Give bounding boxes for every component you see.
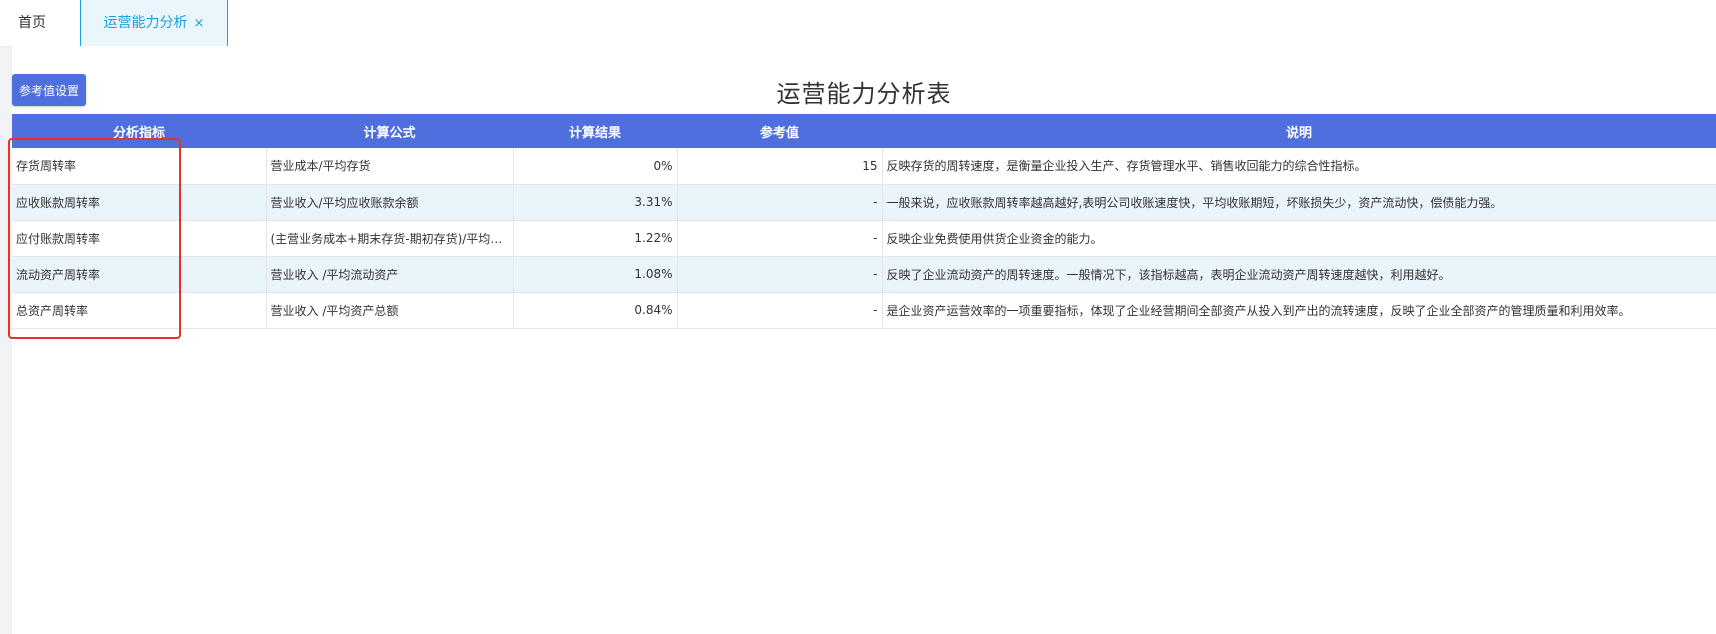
cell-result: 0.84% bbox=[513, 292, 678, 329]
cell-reference: - bbox=[677, 184, 883, 221]
cell-description: 反映了企业流动资产的周转速度。一般情况下，该指标越高，表明企业流动资产周转速度越… bbox=[882, 256, 1716, 293]
header-description: 说明 bbox=[882, 114, 1716, 148]
table-row[interactable]: 总资产周转率 营业收入 /平均资产总额 0.84% - 是企业资产运营效率的一项… bbox=[12, 292, 1716, 329]
cell-indicator: 流动资产周转率 bbox=[12, 256, 267, 293]
cell-indicator: 总资产周转率 bbox=[12, 292, 267, 329]
analysis-table: 分析指标 计算公式 计算结果 参考值 说明 存货周转率 营业成本/平均存货 0%… bbox=[12, 114, 1716, 329]
cell-result: 1.22% bbox=[513, 220, 678, 257]
table-header-row: 分析指标 计算公式 计算结果 参考值 说明 bbox=[12, 114, 1716, 148]
cell-description: 反映企业免费使用供货企业资金的能力。 bbox=[882, 220, 1716, 257]
cell-reference: - bbox=[677, 220, 883, 257]
cell-result: 3.31% bbox=[513, 184, 678, 221]
header-indicator: 分析指标 bbox=[12, 114, 266, 148]
cell-formula: 营业收入/平均应收账款余额 bbox=[266, 184, 514, 221]
tab-home-label: 首页 bbox=[18, 15, 46, 31]
cell-description: 反映存货的周转速度，是衡量企业投入生产、存货管理水平、销售收回能力的综合性指标。 bbox=[882, 148, 1716, 185]
cell-indicator: 应收账款周转率 bbox=[12, 184, 267, 221]
cell-description: 一般来说，应收账款周转率越高越好,表明公司收账速度快，平均收账期短，坏账损失少，… bbox=[882, 184, 1716, 221]
cell-formula: (主营业务成本+期末存货-期初存货)/平均应付... bbox=[266, 220, 514, 257]
table-row[interactable]: 存货周转率 营业成本/平均存货 0% 15 反映存货的周转速度，是衡量企业投入生… bbox=[12, 148, 1716, 185]
cell-reference: - bbox=[677, 292, 883, 329]
cell-formula: 营业收入 /平均资产总额 bbox=[266, 292, 514, 329]
header-reference: 参考值 bbox=[677, 114, 882, 148]
cell-result: 1.08% bbox=[513, 256, 678, 293]
cell-reference: - bbox=[677, 256, 883, 293]
close-icon[interactable]: × bbox=[194, 16, 205, 31]
table-row[interactable]: 应收账款周转率 营业收入/平均应收账款余额 3.31% - 一般来说，应收账款周… bbox=[12, 184, 1716, 221]
cell-indicator: 应付账款周转率 bbox=[12, 220, 267, 257]
page-title: 运营能力分析表 bbox=[776, 80, 952, 108]
cell-indicator: 存货周转率 bbox=[12, 148, 267, 185]
tab-bar: 首页 运营能力分析 × bbox=[0, 0, 1716, 47]
table-row[interactable]: 流动资产周转率 营业收入 /平均流动资产 1.08% - 反映了企业流动资产的周… bbox=[12, 256, 1716, 293]
cell-formula: 营业收入 /平均流动资产 bbox=[266, 256, 514, 293]
header-result: 计算结果 bbox=[513, 114, 677, 148]
cell-description: 是企业资产运营效率的一项重要指标，体现了企业经营期间全部资产从投入到产出的流转速… bbox=[882, 292, 1716, 329]
header-formula: 计算公式 bbox=[266, 114, 513, 148]
cell-reference: 15 bbox=[677, 148, 883, 185]
tab-operating-analysis[interactable]: 运营能力分析 × bbox=[80, 0, 228, 46]
tab-active-label: 运营能力分析 bbox=[103, 15, 188, 31]
table-row[interactable]: 应付账款周转率 (主营业务成本+期末存货-期初存货)/平均应付... 1.22%… bbox=[12, 220, 1716, 257]
main-content: 参考值设置 运营能力分析表 分析指标 计算公式 计算结果 参考值 说明 存货周转… bbox=[12, 46, 1716, 634]
cell-result: 0% bbox=[513, 148, 678, 185]
cell-formula: 营业成本/平均存货 bbox=[266, 148, 514, 185]
tab-home[interactable]: 首页 bbox=[0, 0, 80, 46]
